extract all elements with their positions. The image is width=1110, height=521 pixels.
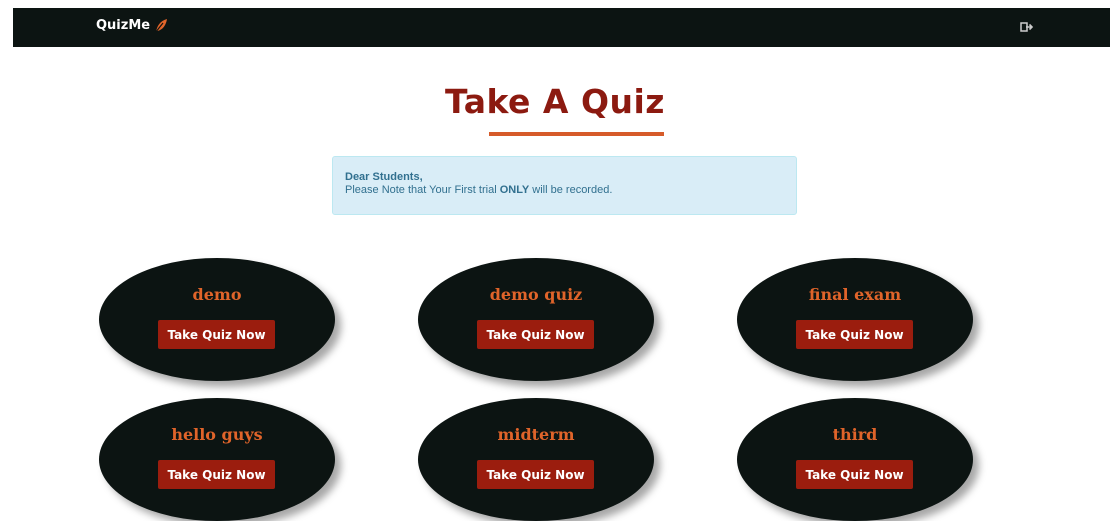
quiz-card: hello guys Take Quiz Now — [99, 398, 335, 521]
sign-out-icon[interactable] — [1020, 20, 1034, 34]
leaf-icon — [154, 19, 168, 33]
quiz-card: third Take Quiz Now — [737, 398, 973, 521]
quiz-card: demo Take Quiz Now — [99, 258, 335, 381]
brand-link[interactable]: QuizMe — [96, 18, 168, 33]
alert-text-after: will be recorded. — [529, 184, 613, 196]
quiz-card: midterm Take Quiz Now — [418, 398, 654, 521]
quiz-name: third — [832, 425, 878, 444]
alert-emphasis: ONLY — [499, 184, 530, 196]
quiz-name: demo — [192, 285, 242, 304]
take-quiz-button[interactable]: Take Quiz Now — [477, 460, 594, 489]
take-quiz-button[interactable]: Take Quiz Now — [158, 460, 275, 489]
alert-heading: Dear Students, — [345, 171, 423, 183]
take-quiz-button[interactable]: Take Quiz Now — [796, 460, 913, 489]
quiz-name: demo quiz — [489, 285, 583, 304]
top-navbar: QuizMe — [13, 8, 1110, 47]
take-quiz-button[interactable]: Take Quiz Now — [158, 320, 275, 349]
quiz-name: final exam — [808, 285, 902, 304]
info-alert: Dear Students, Please Note that Your Fir… — [332, 156, 797, 215]
quiz-card: final exam Take Quiz Now — [737, 258, 973, 381]
quiz-name: midterm — [497, 425, 575, 444]
brand-name: QuizMe — [96, 18, 151, 33]
take-quiz-button[interactable]: Take Quiz Now — [796, 320, 913, 349]
quiz-name: hello guys — [171, 425, 263, 444]
page-title: Take A Quiz — [444, 82, 666, 121]
alert-message: Please Note that Your First trial ONLY w… — [345, 184, 784, 197]
take-quiz-button[interactable]: Take Quiz Now — [477, 320, 594, 349]
title-underline — [489, 132, 664, 136]
alert-text-before: Please Note that Your First trial — [345, 184, 500, 196]
quiz-card: demo quiz Take Quiz Now — [418, 258, 654, 381]
